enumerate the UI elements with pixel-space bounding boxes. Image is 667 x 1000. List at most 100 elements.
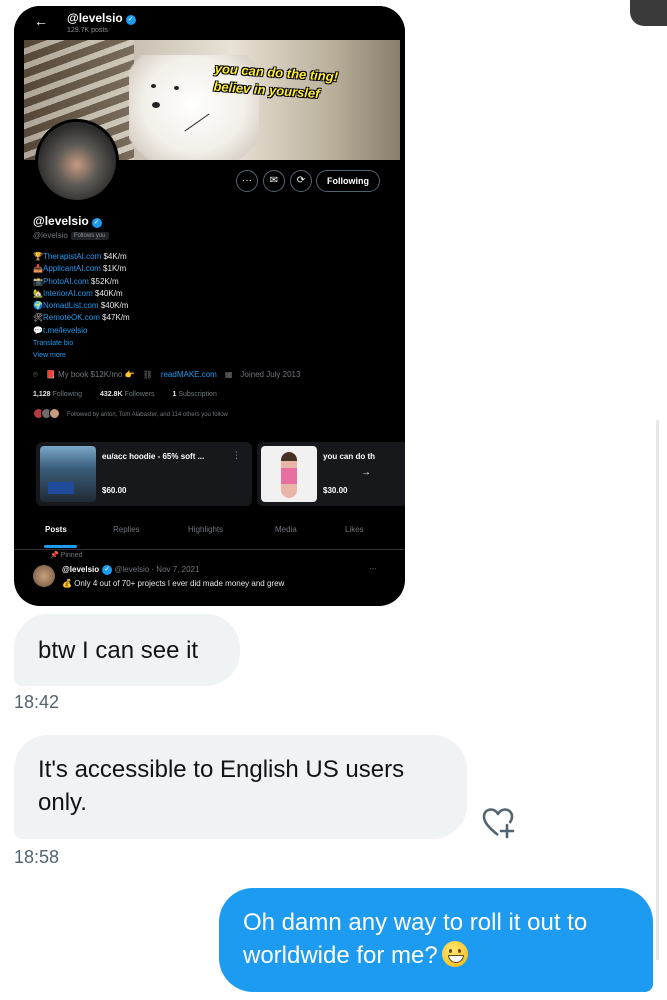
- book-text: 📕 My book $12K/mo 👉: [45, 370, 135, 379]
- bio-link[interactable]: NomadList.com: [43, 301, 99, 310]
- window-corner: [630, 0, 667, 26]
- swimsuit-image: [261, 446, 317, 502]
- posts-count: 129.7K posts: [67, 27, 108, 34]
- post-author[interactable]: @levelsio ✓ @levelsio · Nov 7, 2021: [62, 565, 199, 575]
- arrow-left-icon[interactable]: ←: [34, 13, 48, 29]
- follows-you-badge: Follows you: [70, 232, 109, 240]
- shop-card[interactable]: you can do th → $30.00: [257, 442, 405, 506]
- bio-link[interactable]: PhotoAI.com: [43, 277, 89, 286]
- following-stat[interactable]: 1,128 Following: [33, 391, 90, 398]
- calendar-icon: ▦: [224, 370, 233, 379]
- message-text: btw I can see it: [38, 637, 199, 664]
- tab-replies[interactable]: Replies: [113, 525, 140, 534]
- tab-media[interactable]: Media: [275, 525, 297, 534]
- bio-emoji: 🌍: [33, 301, 43, 311]
- bio-value: $1K/m: [103, 264, 127, 274]
- bio-value: $40K/m: [95, 288, 123, 298]
- bio-emoji: 💬: [33, 325, 43, 335]
- bio-link[interactable]: ApplicantAI.com: [43, 264, 101, 273]
- verified-icon: ✓: [91, 218, 102, 228]
- pin-icon: 📌: [50, 552, 59, 559]
- message-text: It's accessible to English US users only…: [38, 756, 405, 816]
- shop-card[interactable]: eu/acc hoodie - 65% soft ... ⋮ $60.00: [36, 442, 252, 506]
- hoodie-print: [48, 482, 74, 494]
- subscription-count: 1: [172, 391, 177, 398]
- translate-bio-link[interactable]: Translate bio: [33, 340, 73, 347]
- bio-value: $52K/m: [91, 276, 119, 286]
- profile-stats: 1,128 Following 432.8K Followers 1 Subsc…: [33, 391, 233, 398]
- outgoing-message[interactable]: Oh damn any way to roll it out to worldw…: [219, 888, 653, 992]
- subscription-label: Subscription: [178, 391, 217, 398]
- followed-by-text: Followed by anton, Tom Alabaster, and 11…: [67, 412, 228, 418]
- more-icon[interactable]: ···: [236, 170, 258, 192]
- dog-eye: [174, 86, 179, 90]
- swimsuit-figure: [281, 452, 297, 498]
- link-icon: ⛓: [142, 370, 153, 379]
- incoming-message[interactable]: btw I can see it: [14, 614, 240, 686]
- profile-header: ← @levelsio ✓ 129.7K posts: [14, 6, 405, 40]
- bio-value: $4K/m: [103, 252, 127, 261]
- shop-price: $30.00: [323, 486, 348, 495]
- followed-by[interactable]: Followed by anton, Tom Alabaster, and 11…: [33, 408, 228, 419]
- incoming-message[interactable]: It's accessible to English US users only…: [14, 735, 467, 839]
- subscribe-icon[interactable]: ⟳: [290, 170, 312, 192]
- following-label: Following: [52, 391, 83, 398]
- tab-posts[interactable]: Posts: [45, 525, 67, 534]
- bio-line: 📥ApplicantAI.com $1K/m: [33, 263, 130, 275]
- dog-nose: [152, 102, 160, 108]
- profile-screenshot[interactable]: ← @levelsio ✓ 129.7K posts you can do th e…: [14, 6, 405, 606]
- location-icon: ⌾: [33, 370, 38, 379]
- bio-link[interactable]: TherapistAI.com: [43, 252, 101, 261]
- dog-eye: [151, 84, 156, 88]
- profile-bio: 🏆TherapistAI.com $4K/m 📥ApplicantAI.com …: [33, 251, 130, 337]
- subscription-stat[interactable]: 1 Subscription: [172, 391, 224, 398]
- pinned-text: Pinned: [60, 552, 83, 559]
- verified-icon: ✓: [125, 15, 136, 25]
- tab-highlights[interactable]: Highlights: [188, 525, 223, 534]
- bio-emoji: 🏡: [33, 288, 43, 298]
- bio-value: $47K/m: [102, 313, 130, 323]
- view-more-link[interactable]: View more: [33, 352, 66, 359]
- followers-count: 432.8K: [100, 391, 123, 398]
- avatar[interactable]: [35, 119, 119, 203]
- message-timestamp: 18:58: [14, 847, 60, 867]
- bio-emoji: 🏆: [33, 252, 43, 261]
- website-link[interactable]: readMAKE.com: [161, 370, 217, 379]
- bio-line: 🏆TherapistAI.com $4K/m: [33, 251, 130, 263]
- post-avatar[interactable]: [33, 565, 55, 587]
- pinned-label: 📌 Pinned: [50, 551, 82, 559]
- tab-likes[interactable]: Likes: [345, 525, 364, 534]
- envelope-icon[interactable]: ✉: [263, 170, 285, 192]
- arrow-right-icon[interactable]: →: [361, 467, 371, 478]
- bio-line: 💬t.me/levelsio: [33, 325, 130, 337]
- bio-line: 🛠RemoteOK.com $47K/m: [33, 312, 130, 324]
- scrollbar-track[interactable]: [656, 420, 659, 960]
- add-reaction-icon[interactable]: [480, 804, 516, 840]
- bio-emoji: 📸: [33, 276, 43, 286]
- bio-line: 📸PhotoAI.com $52K/m: [33, 276, 130, 288]
- bio-link[interactable]: RemoteOK.com: [43, 313, 100, 322]
- following-count: 1,128: [33, 391, 51, 398]
- followers-stat[interactable]: 432.8K Followers: [100, 391, 162, 398]
- joined-date: Joined July 2013: [240, 370, 301, 379]
- bio-link[interactable]: t.me/levelsio: [43, 326, 87, 335]
- profile-handle: @levelsio Follows you: [33, 231, 109, 240]
- follower-avatars: [33, 408, 63, 419]
- more-vertical-icon[interactable]: ⋮: [232, 450, 241, 461]
- hoodie-image: [40, 446, 96, 502]
- profile-meta: ⌾ 📕 My book $12K/mo 👉 ⛓ readMAKE.com ▦ Joined…: [33, 370, 308, 380]
- active-tab-indicator: [44, 545, 77, 548]
- following-button[interactable]: Following: [316, 170, 380, 192]
- shop-price: $60.00: [102, 486, 127, 495]
- bio-value: $40K/m: [100, 301, 129, 311]
- grinning-face-icon: [441, 941, 468, 967]
- bio-link[interactable]: InteriorAI.com: [43, 289, 93, 298]
- post-more-icon[interactable]: ···: [369, 564, 377, 573]
- profile-tabs: Posts Replies Highlights Media Likes: [14, 520, 405, 550]
- verified-icon: ✓: [102, 565, 113, 575]
- profile-name: @levelsio ✓: [33, 214, 102, 228]
- post-handle-date: @levelsio · Nov 7, 2021: [114, 565, 200, 574]
- bio-line: 🌍NomadList.com $40K/m: [33, 300, 130, 312]
- shop-title: you can do th: [323, 452, 375, 461]
- message-text: Oh damn any way to roll it out to worldw…: [243, 909, 588, 969]
